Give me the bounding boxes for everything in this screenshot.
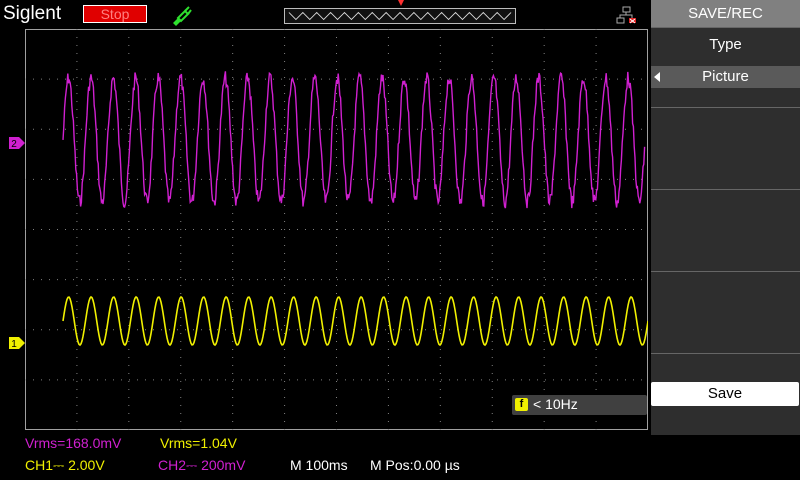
run-stop-indicator[interactable]: Stop <box>83 5 147 23</box>
type-value: Picture <box>651 66 800 88</box>
menu-title: SAVE/REC <box>651 0 800 27</box>
ch2-level-marker[interactable]: 2 <box>9 137 25 149</box>
frequency-counter: f < 10Hz <box>512 395 647 415</box>
memory-position-bar[interactable] <box>284 8 516 24</box>
menu-item-save[interactable]: Save <box>651 353 800 435</box>
save-button[interactable]: Save <box>651 382 799 406</box>
waveform-display[interactable] <box>25 29 648 430</box>
network-disconnected-icon <box>616 6 636 24</box>
svg-text:2: 2 <box>11 139 17 149</box>
menu-item-blank-4[interactable] <box>651 271 800 353</box>
type-label: Type <box>709 36 742 53</box>
svg-text:1: 1 <box>11 339 17 349</box>
menu-item-type[interactable]: Type Picture <box>651 27 800 107</box>
ch1-level-marker[interactable]: 1 <box>9 337 25 349</box>
probe-icon <box>173 6 192 26</box>
softkey-menu: SAVE/REC Type Picture Save <box>651 0 800 480</box>
trigger-position-marker <box>398 0 404 6</box>
frequency-value: < 10Hz <box>533 396 578 412</box>
timebase: M 100ms <box>290 457 348 473</box>
ch2-scale: CH2⎓ 200mV <box>158 457 246 473</box>
menu-item-blank-2[interactable] <box>651 107 800 189</box>
ch1-vrms-measurement: Vrms=1.04V <box>160 435 237 451</box>
horizontal-position: M Pos:0.00 µs <box>370 457 460 473</box>
brand-logo: Siglent <box>3 3 62 24</box>
ch1-scale: CH1⎓ 2.00V <box>25 457 105 473</box>
ch2-vrms-measurement: Vrms=168.0mV <box>25 435 122 451</box>
menu-item-blank-3[interactable] <box>651 189 800 271</box>
selector-arrow-icon <box>654 72 660 82</box>
frequency-badge: f <box>515 398 528 411</box>
